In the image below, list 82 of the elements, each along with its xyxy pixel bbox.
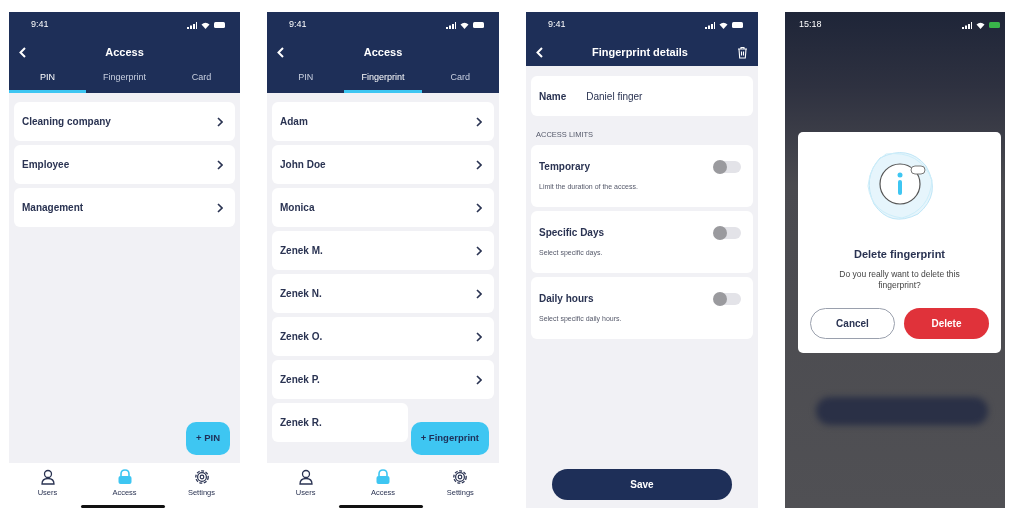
signal-icon bbox=[705, 21, 715, 29]
screen-title: Access bbox=[363, 44, 403, 60]
battery-icon bbox=[214, 22, 226, 28]
signal-icon bbox=[962, 21, 972, 29]
wifi-icon bbox=[976, 21, 985, 29]
list-item[interactable]: Zenek M. bbox=[272, 231, 494, 270]
dialog-title: Delete fingerprint bbox=[852, 247, 947, 262]
list-item[interactable]: Zenek P. bbox=[272, 360, 494, 399]
item-label: Management bbox=[22, 201, 84, 215]
trash-icon[interactable] bbox=[737, 45, 748, 59]
toggle-switch[interactable] bbox=[715, 161, 741, 174]
wifi-icon bbox=[201, 21, 210, 29]
chevron-right-icon bbox=[476, 288, 482, 299]
list-item[interactable]: Monica bbox=[272, 188, 494, 227]
lock-icon bbox=[375, 469, 391, 485]
screen-title: Access bbox=[105, 44, 144, 60]
back-icon[interactable] bbox=[277, 46, 284, 58]
item-label: Zenek P. bbox=[280, 373, 320, 387]
item-label: Zenek N. bbox=[280, 287, 322, 301]
chevron-right-icon bbox=[217, 116, 223, 127]
item-label: Cleaning company bbox=[22, 115, 111, 129]
chevron-right-icon bbox=[476, 159, 482, 170]
list-item[interactable]: Adam bbox=[272, 102, 494, 141]
item-label: Monica bbox=[280, 201, 315, 215]
tab[interactable]: PIN bbox=[9, 66, 86, 93]
chevron-right-icon bbox=[217, 159, 223, 170]
delete-button[interactable]: Delete bbox=[904, 308, 989, 340]
list-item[interactable]: John Doe bbox=[272, 145, 494, 184]
option-title: Daily hours bbox=[539, 292, 595, 307]
list-item[interactable]: Zenek O. bbox=[272, 317, 494, 356]
chevron-right-icon bbox=[476, 116, 482, 127]
option-title: Temporary bbox=[539, 160, 591, 175]
item-label: John Doe bbox=[280, 158, 326, 172]
list-item[interactable]: Employee bbox=[14, 145, 235, 184]
chevron-right-icon bbox=[476, 331, 482, 342]
status-time: 9:41 bbox=[548, 18, 566, 32]
lock-icon bbox=[116, 469, 133, 485]
signal-icon bbox=[446, 21, 456, 29]
list-item[interactable]: Management bbox=[14, 188, 235, 227]
tab[interactable]: PIN bbox=[267, 66, 345, 93]
list-item[interactable]: Zenek N. bbox=[272, 274, 494, 313]
cancel-button[interactable]: Cancel bbox=[810, 308, 895, 340]
status-time: 9:41 bbox=[31, 18, 49, 32]
settings-icon bbox=[452, 469, 469, 485]
chevron-right-icon bbox=[217, 202, 223, 213]
chevron-right-icon bbox=[476, 202, 482, 213]
tab[interactable]: Fingerprint bbox=[344, 66, 422, 93]
back-icon[interactable] bbox=[19, 46, 26, 58]
tab[interactable]: Card bbox=[163, 66, 240, 93]
option-title: Specific Days bbox=[539, 226, 605, 241]
chevron-right-icon bbox=[476, 245, 482, 256]
field-label: Name bbox=[539, 89, 567, 104]
signal-icon bbox=[187, 21, 197, 29]
item-label: Adam bbox=[280, 115, 308, 129]
chevron-right-icon bbox=[476, 374, 482, 385]
tab[interactable]: Card bbox=[421, 66, 499, 93]
status-time: 9:41 bbox=[289, 18, 307, 32]
back-icon[interactable] bbox=[536, 46, 543, 58]
item-label: Zenek M. bbox=[280, 244, 323, 258]
item-label: Zenek R. bbox=[280, 416, 322, 430]
users-icon bbox=[39, 469, 56, 485]
screen-title: Fingerprint details bbox=[592, 44, 688, 60]
status-time: 15:18 bbox=[799, 18, 822, 32]
users-icon bbox=[297, 469, 314, 485]
wifi-icon bbox=[460, 21, 469, 29]
item-label: Employee bbox=[22, 158, 70, 172]
item-label: Zenek O. bbox=[280, 330, 323, 344]
wifi-icon bbox=[719, 21, 728, 29]
save-button[interactable]: Save bbox=[552, 469, 732, 500]
battery-icon bbox=[989, 22, 1001, 28]
battery-icon bbox=[473, 22, 485, 28]
toggle-switch[interactable] bbox=[715, 227, 741, 240]
list-item[interactable]: Cleaning company bbox=[14, 102, 235, 141]
battery-icon bbox=[732, 22, 744, 28]
settings-icon bbox=[193, 469, 210, 485]
add-button[interactable]: + PIN bbox=[185, 422, 230, 455]
tab[interactable]: Fingerprint bbox=[86, 66, 163, 93]
name-value: Daniel finger bbox=[586, 89, 643, 104]
list-item[interactable]: Zenek R. bbox=[272, 403, 408, 442]
add-button[interactable]: + Fingerprint bbox=[410, 422, 489, 455]
dialog-message: Do you really want to delete this fingerprint? bbox=[838, 268, 961, 292]
toggle-switch[interactable] bbox=[715, 293, 741, 306]
